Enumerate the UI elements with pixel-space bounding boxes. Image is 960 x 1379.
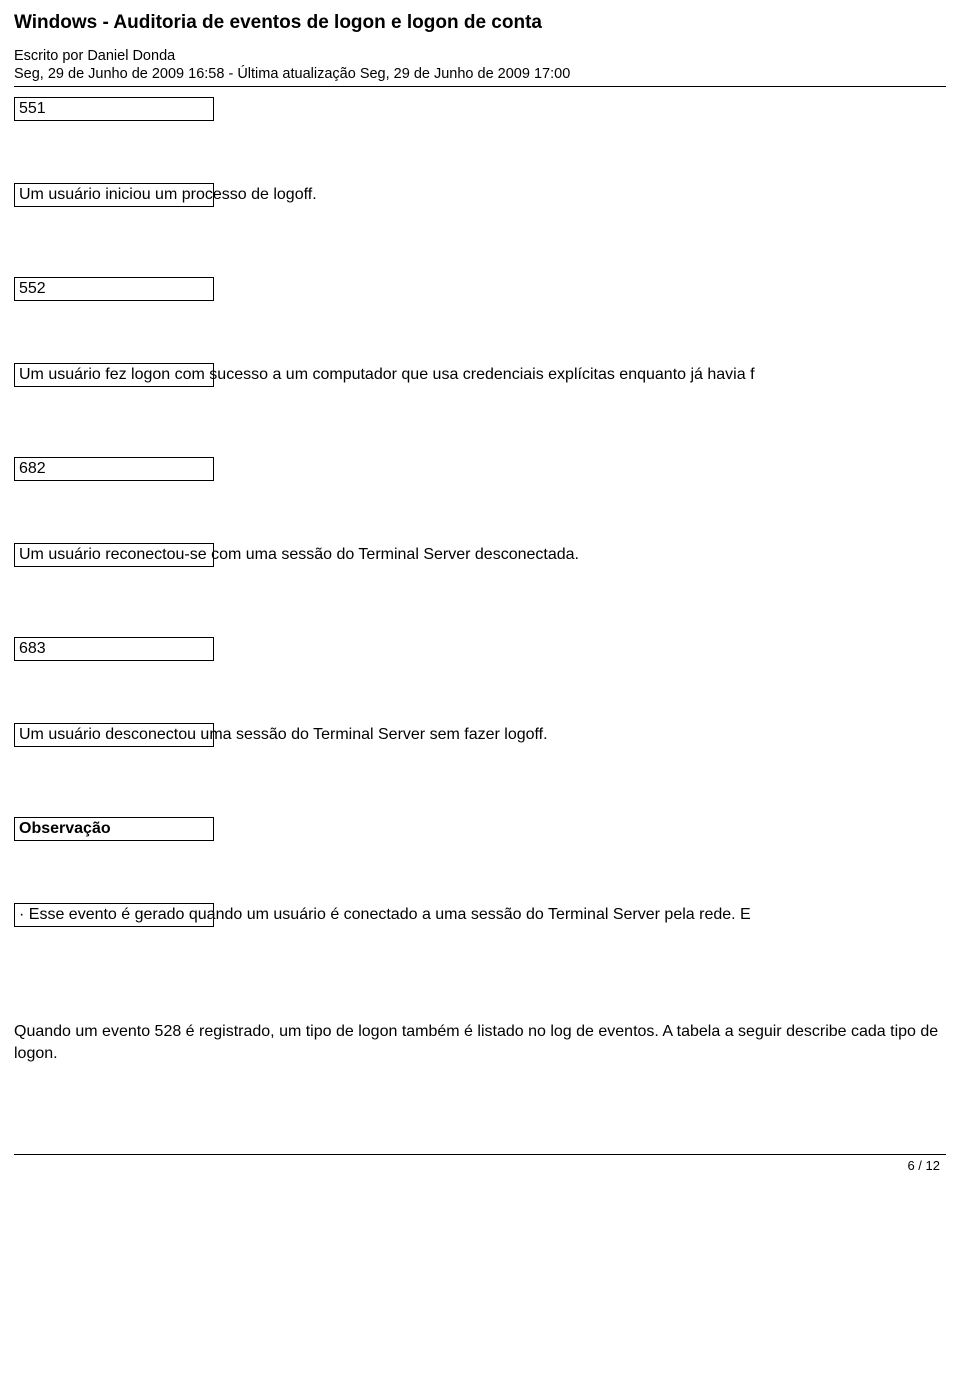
date-line: Seg, 29 de Junho de 2009 16:58 - Última … xyxy=(14,66,946,82)
event-id-cell: 552 xyxy=(14,277,214,301)
event-id-cell: 551 xyxy=(14,97,214,121)
event-desc-cell: Um usuário desconectou uma sessão do Ter… xyxy=(14,723,214,747)
body-paragraph: Quando um evento 528 é registrado, um ti… xyxy=(14,1021,946,1064)
event-desc-cell: Um usuário fez logon com sucesso a um co… xyxy=(14,363,214,387)
header-divider xyxy=(14,86,946,87)
event-id-cell: 683 xyxy=(14,637,214,661)
event-desc-text: Um usuário reconectou-se com uma sessão … xyxy=(19,546,579,563)
event-desc-cell: Um usuário iniciou um processo de logoff… xyxy=(14,183,214,207)
event-desc-text: Um usuário desconectou uma sessão do Ter… xyxy=(19,726,548,743)
page-title: Windows - Auditoria de eventos de logon … xyxy=(14,12,946,34)
event-desc-cell: · Esse evento é gerado quando um usuário… xyxy=(14,903,214,927)
event-desc-cell: Um usuário reconectou-se com uma sessão … xyxy=(14,543,214,567)
event-desc-text: · Esse evento é gerado quando um usuário… xyxy=(19,906,751,923)
event-id-cell: Observação xyxy=(14,817,214,841)
event-desc-text: Um usuário fez logon com sucesso a um co… xyxy=(19,366,755,383)
page-number: 6 / 12 xyxy=(14,1155,946,1173)
event-id-cell: 682 xyxy=(14,457,214,481)
author-line: Escrito por Daniel Donda xyxy=(14,48,946,64)
